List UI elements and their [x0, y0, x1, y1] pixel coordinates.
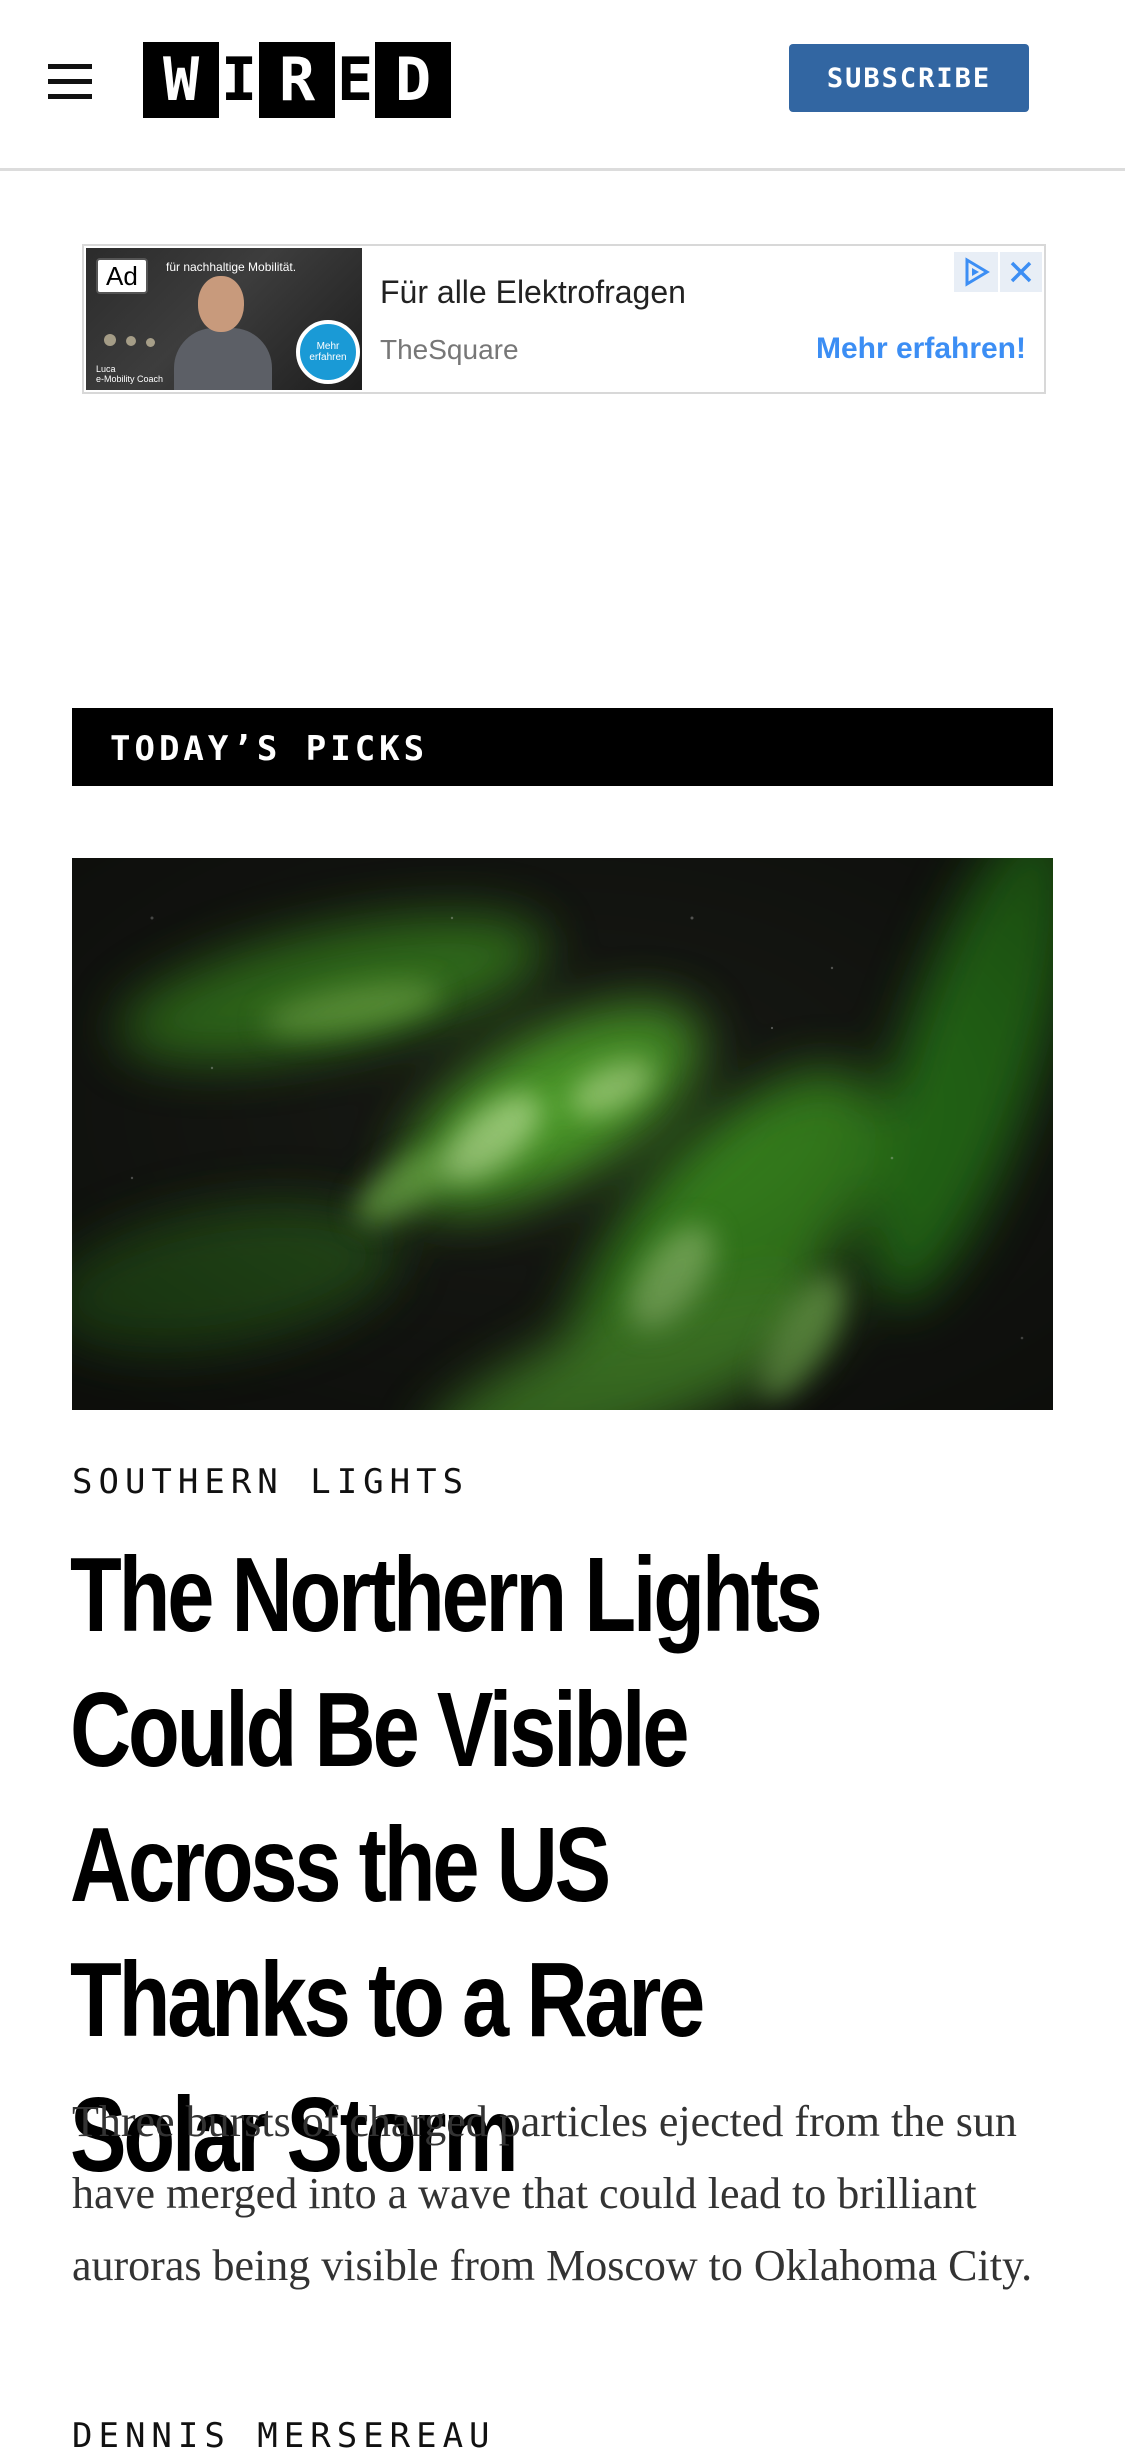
hamburger-menu-icon[interactable] — [44, 60, 96, 104]
ad-banner[interactable]: für nachhaltige Mobilität. Mehr erfahren… — [82, 244, 1046, 394]
ad-cta-link[interactable]: Mehr erfahren! — [816, 332, 1026, 366]
article-kicker[interactable]: SOUTHERN LIGHTS — [72, 1462, 469, 1502]
article-dek: Three bursts of charged particles ejecte… — [72, 2097, 1033, 2290]
aurora-image — [72, 858, 1053, 1410]
logo-letter: D — [375, 42, 451, 118]
site-header: W I R E D SUBSCRIBE — [0, 0, 1125, 171]
section-title: TODAY’S PICKS — [110, 729, 429, 769]
section-header-todays-picks: TODAY’S PICKS — [72, 708, 1053, 786]
logo-letter: R — [259, 42, 335, 118]
close-x-icon — [1010, 261, 1032, 283]
close-icon[interactable] — [1000, 252, 1042, 292]
adchoices-triangle-icon — [965, 257, 990, 287]
ad-person-figure — [174, 328, 272, 390]
ad-headline[interactable]: Für alle Elektrofragen — [380, 274, 686, 311]
article-hero-image[interactable] — [72, 858, 1053, 1410]
ad-image-caption: Luca e-Mobility Coach — [96, 364, 164, 385]
wired-logo[interactable]: W I R E D — [143, 42, 451, 118]
ad-label: Ad — [96, 258, 148, 294]
ad-image-badge: Mehr erfahren — [296, 320, 360, 384]
logo-letter: E — [336, 45, 374, 115]
adchoices-icon[interactable] — [954, 252, 998, 292]
article-byline[interactable]: DENNIS MERSEREAU — [72, 2416, 496, 2456]
ad-image-tagline: für nachhaltige Mobilität. — [166, 260, 297, 274]
ad-source: TheSquare — [380, 334, 519, 365]
ad-person-head — [198, 276, 244, 332]
logo-letter: I — [220, 45, 258, 115]
subscribe-button[interactable]: SUBSCRIBE — [789, 44, 1029, 112]
logo-letter: W — [143, 42, 219, 118]
